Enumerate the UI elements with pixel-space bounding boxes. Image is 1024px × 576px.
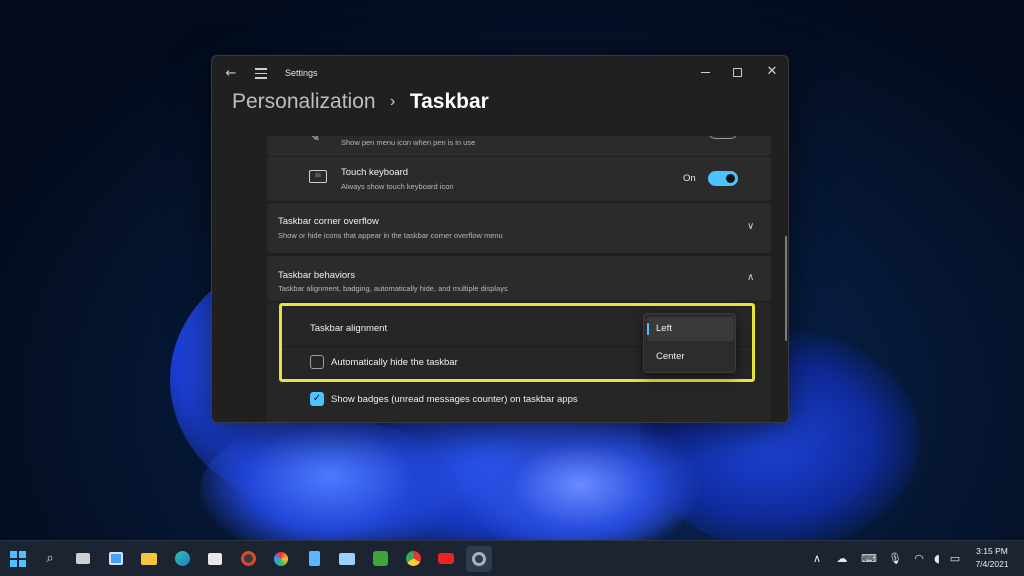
start-icon[interactable] (5, 546, 31, 572)
tray-app-icon[interactable]: ☁ (832, 541, 852, 576)
clock[interactable]: 3:15 PM 7/4/2021 (966, 545, 1018, 571)
behaviors-title: Taskbar behaviors (278, 270, 356, 281)
widgets-icon[interactable] (103, 546, 129, 572)
chevron-down-icon[interactable]: ∨ (747, 221, 754, 232)
chrome-icon[interactable] (400, 546, 426, 572)
minimize-button[interactable] (694, 61, 716, 83)
battery-icon[interactable]: ▭ (946, 541, 964, 576)
dropdown-option-center[interactable]: Center (647, 345, 734, 369)
paint-icon[interactable] (268, 546, 294, 572)
badges-checkbox[interactable]: ✓ (310, 392, 324, 406)
corner-overflow-title: Taskbar corner overflow (278, 216, 379, 227)
pen-menu-toggle[interactable] (708, 136, 738, 139)
window-title: Settings (285, 68, 318, 78)
volume-icon[interactable]: ◖ (928, 541, 946, 576)
setting-row-touch-keyboard: ⁞⁞⁞ Touch keyboard Always show touch key… (267, 157, 771, 201)
touch-keyboard-subtitle: Always show touch keyboard icon (341, 182, 454, 191)
store-icon[interactable] (202, 546, 228, 572)
chevron-up-icon[interactable]: ∧ (747, 272, 754, 283)
alignment-dropdown-menu[interactable]: Left Center (643, 313, 736, 373)
microphone-icon[interactable]: 🎙 (886, 541, 904, 576)
keyboard-icon[interactable]: ⌨ (858, 541, 880, 576)
maximize-icon (732, 67, 742, 77)
behaviors-subtitle: Taskbar alignment, badging, automaticall… (278, 284, 508, 293)
hamburger-menu-icon[interactable] (252, 65, 270, 83)
task-view-icon[interactable] (70, 546, 96, 572)
title-bar: ← Settings ✕ (212, 56, 788, 92)
dropdown-option-left[interactable]: Left (647, 317, 734, 341)
settings-icon[interactable] (466, 546, 492, 572)
corner-overflow-subtitle: Show or hide icons that appear in the ta… (278, 231, 503, 240)
music-icon[interactable] (235, 546, 261, 572)
pen-menu-state: Off (683, 136, 696, 137)
maximize-button[interactable] (726, 61, 748, 83)
pen-menu-subtitle: Show pen menu icon when pen is in use (341, 138, 476, 147)
youtube-icon[interactable] (433, 546, 459, 572)
keyboard-icon: ⁞⁞⁞ (309, 170, 327, 183)
touch-keyboard-title: Touch keyboard (341, 167, 409, 178)
touch-keyboard-toggle[interactable] (708, 171, 738, 186)
close-button[interactable]: ✕ (761, 61, 783, 83)
photos-icon[interactable] (334, 546, 360, 572)
search-icon[interactable]: ⌕ (37, 546, 63, 572)
minimize-icon (700, 71, 710, 73)
settings-window: ← Settings ✕ Personalization › Taskbar ✎… (211, 55, 789, 423)
taskbar: ⌕ ∧ ☁ ⌨ 🎙 ◠ ◖ ▭ 3:15 PM 7/4/2021 (0, 540, 1024, 576)
clock-date: 7/4/2021 (975, 559, 1009, 569)
setting-row-pen-menu: ✎ Show pen menu icon when pen is in use … (267, 136, 771, 156)
badges-label: Show badges (unread messages counter) on… (331, 394, 578, 405)
clock-time: 3:15 PM (976, 546, 1008, 556)
camtasia-icon[interactable] (367, 546, 393, 572)
page-title: Taskbar (409, 90, 489, 113)
breadcrumb-chevron-icon: › (390, 93, 396, 110)
pen-icon: ✎ (309, 136, 321, 144)
breadcrumb-parent[interactable]: Personalization (232, 90, 376, 114)
wifi-icon[interactable]: ◠ (910, 541, 928, 576)
scrollbar[interactable] (785, 236, 787, 341)
back-arrow-icon[interactable]: ← (222, 65, 240, 83)
setting-row-corner-overflow[interactable]: Taskbar corner overflow Show or hide ico… (267, 203, 771, 253)
breadcrumb: Personalization › Taskbar (232, 90, 489, 120)
touch-keyboard-state: On (683, 173, 696, 184)
setting-row-behaviors[interactable]: Taskbar behaviors Taskbar alignment, bad… (267, 256, 771, 301)
chevron-up-icon[interactable]: ∧ (808, 541, 826, 576)
notepad-icon[interactable] (301, 546, 327, 572)
edge-icon[interactable] (169, 546, 195, 572)
file-explorer-icon[interactable] (136, 546, 162, 572)
